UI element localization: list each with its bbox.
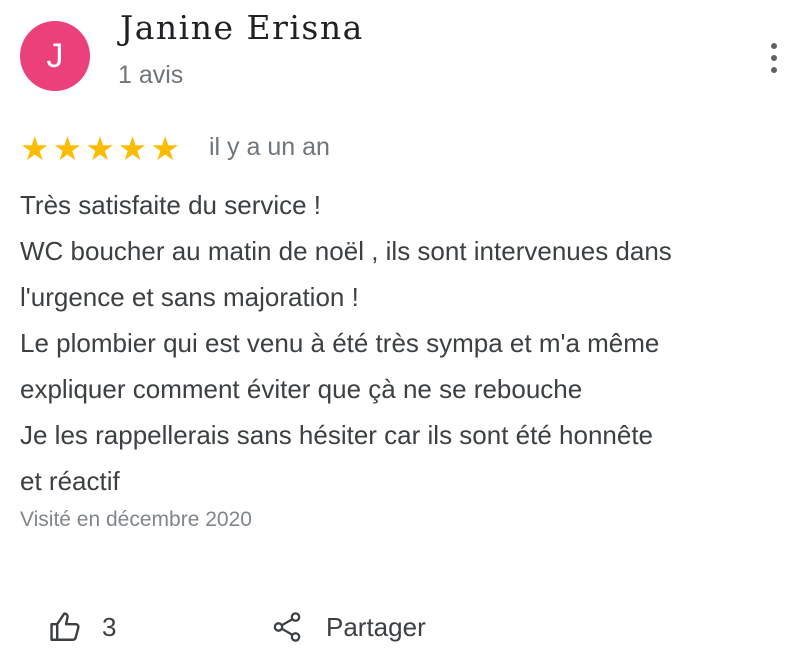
review-line: Le plombier qui est venu à été très symp… xyxy=(20,328,660,358)
review-card: J Janine Erisna 1 avis ★ ★ ★ ★ ★ il y a … xyxy=(0,0,809,665)
like-count: 3 xyxy=(102,611,117,642)
avatar[interactable]: J xyxy=(20,21,90,91)
star-icon: ★ xyxy=(52,130,83,167)
review-line: expliquer comment éviter que çà ne se re… xyxy=(20,374,583,404)
thumb-up-icon xyxy=(50,612,80,641)
author-review-count[interactable]: 1 avis xyxy=(118,61,183,90)
more-vert-icon-dot xyxy=(771,55,777,61)
star-icon: ★ xyxy=(85,130,115,167)
star-rating: ★ ★ ★ ★ ★ xyxy=(20,127,183,171)
more-vert-icon-dot xyxy=(771,67,777,73)
star-icon: ★ xyxy=(20,130,50,167)
review-line: et réactif xyxy=(20,466,120,496)
review-text: Très satisfaite du service ! WC boucher … xyxy=(20,182,800,504)
review-line: Je les rappellerais sans hésiter car ils… xyxy=(20,420,654,450)
author-name[interactable]: Janine Erisna xyxy=(120,8,364,47)
share-button[interactable]: Partager xyxy=(270,604,426,650)
review-line: WC boucher au matin de noël , ils sont i… xyxy=(20,236,672,266)
more-vert-icon xyxy=(771,43,777,49)
star-icon: ★ xyxy=(117,130,148,167)
review-time: il y a un an xyxy=(209,133,330,161)
review-line: l'urgence et sans majoration ! xyxy=(20,282,359,312)
review-line: Très satisfaite du service ! xyxy=(20,190,322,220)
visit-date: Visité en décembre 2020 xyxy=(20,508,252,531)
share-icon xyxy=(273,612,301,642)
share-label: Partager xyxy=(326,611,426,642)
star-icon: ★ xyxy=(150,130,180,167)
like-button[interactable]: 3 xyxy=(48,604,116,650)
more-options-button[interactable] xyxy=(760,38,788,78)
